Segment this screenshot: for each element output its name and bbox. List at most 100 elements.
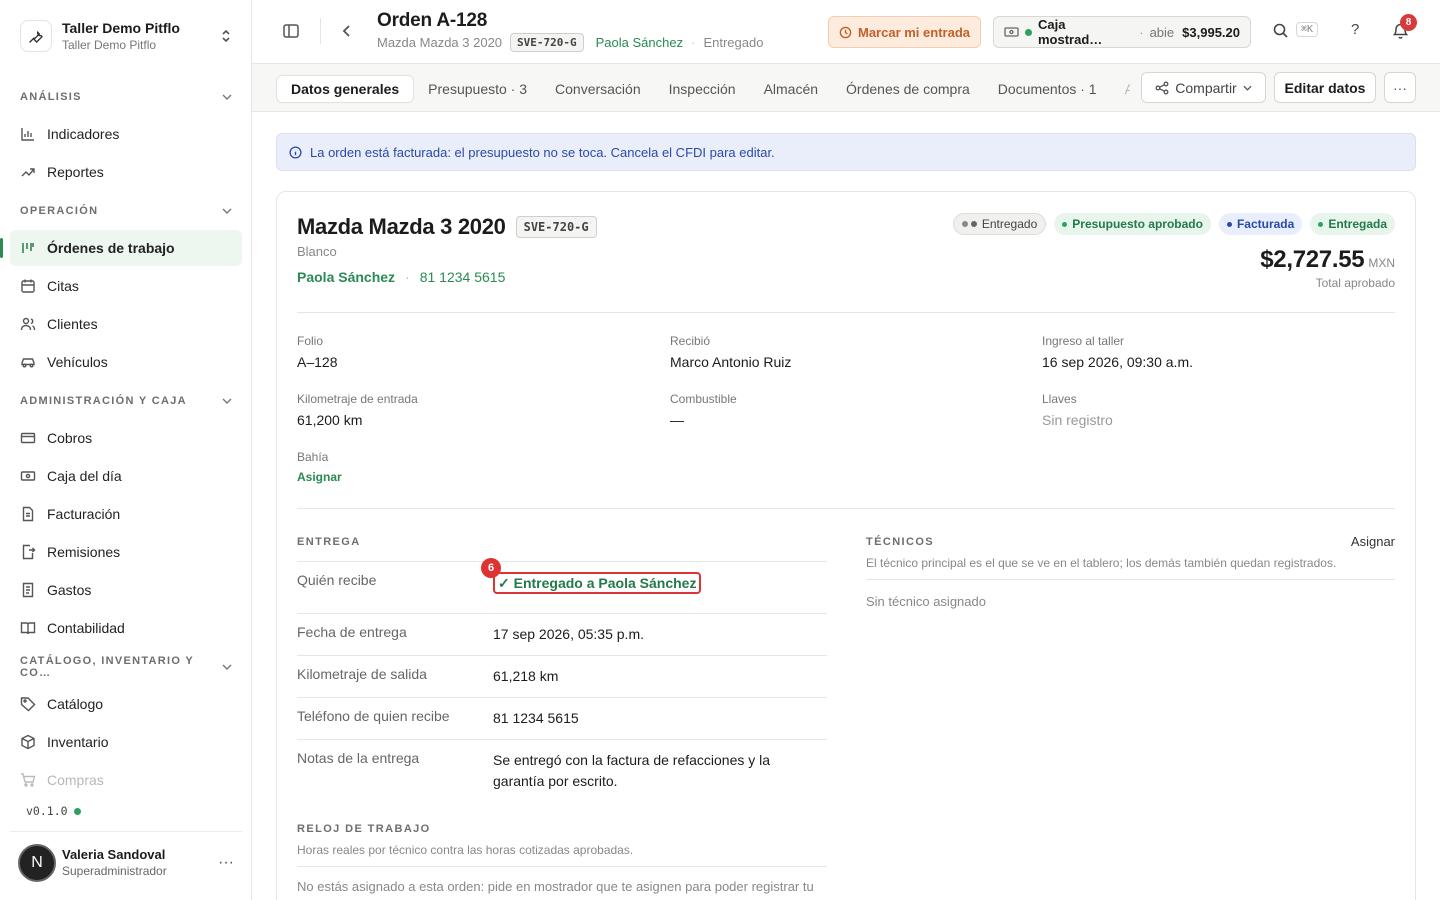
sidebar-item-reportes[interactable]: Reportes [10, 154, 242, 190]
share-button[interactable]: Compartir [1141, 72, 1266, 103]
divider [866, 579, 1395, 580]
field-combustible: Combustible — [670, 392, 737, 428]
chevron-down-icon [222, 664, 232, 670]
more-actions-button[interactable]: ··· [1384, 72, 1416, 103]
assign-bay-link[interactable]: Asignar [297, 470, 342, 484]
chevron-down-icon [222, 94, 232, 100]
section-catalogo[interactable]: CATÁLOGO, INVENTARIO Y CO… [0, 648, 252, 686]
divider [297, 866, 827, 867]
sidebar-item-ordenes[interactable]: Órdenes de trabajo [0, 230, 242, 266]
tab-ordenes-compra[interactable]: Órdenes de compra [832, 75, 984, 103]
sidebar-item-facturacion[interactable]: Facturación [10, 496, 242, 532]
book-icon [20, 620, 38, 636]
delivery-row-who: Quién recibe 6 ✓ Entregado a Paola Sánch… [297, 558, 827, 603]
sidebar-nav: ANÁLISIS Indicadores Reportes OPERACIÓN … [0, 78, 252, 790]
page-title: Orden A-128 [377, 10, 488, 31]
tab-almacen[interactable]: Almacén [750, 75, 832, 103]
tab-datos-generales[interactable]: Datos generales [276, 75, 415, 103]
status-badge: Entregado [952, 213, 1047, 235]
chevron-down-icon [222, 208, 232, 214]
status-badge: Presupuesto aprobado [1054, 213, 1211, 235]
users-icon [20, 316, 38, 332]
owner-name[interactable]: Paola Sánchez [297, 269, 395, 285]
order-subline: Mazda Mazda 3 2020 SVE-720-G Paola Sánch… [377, 33, 764, 52]
avatar: N [18, 843, 56, 882]
assign-tech-button[interactable]: Asignar [1351, 534, 1395, 549]
cash-icon [1004, 26, 1019, 38]
sidebar-toggle-icon[interactable] [282, 22, 300, 40]
sidebar-item-cobros[interactable]: Cobros [10, 420, 242, 456]
delivery-row-notes: Notas de la entrega Se entregó con la fa… [297, 739, 827, 801]
back-arrow-icon[interactable] [342, 24, 352, 38]
bar-chart-icon [20, 126, 38, 142]
cash-icon [20, 468, 38, 484]
chevron-down-icon [1243, 85, 1252, 91]
order-card: Mazda Mazda 3 2020 SVE-720-G Blanco Paol… [276, 191, 1416, 900]
section-analisis[interactable]: ANÁLISIS [0, 78, 252, 116]
sidebar-item-caja[interactable]: Caja del día [10, 458, 242, 494]
receipt-icon [20, 582, 38, 598]
tab-documentos[interactable]: Documentos · 1 [984, 75, 1111, 103]
sidebar-item-contabilidad[interactable]: Contabilidad [10, 610, 242, 646]
banknote-icon [20, 430, 38, 446]
sidebar-item-gastos[interactable]: Gastos [10, 572, 242, 608]
status-dot [1025, 28, 1032, 36]
tag-icon [20, 696, 38, 712]
search-icon[interactable] [1272, 22, 1289, 39]
edit-data-button[interactable]: Editar datos [1274, 72, 1376, 103]
workspace-switcher[interactable]: Taller Demo Pitflo Taller Demo Pitflo [10, 10, 242, 62]
trend-icon [20, 164, 38, 180]
status-dots-icon [961, 221, 977, 227]
info-icon [289, 145, 302, 159]
clock-empty-text: No estás asignado a esta orden: pide en … [297, 879, 814, 894]
vehicle-color: Blanco [297, 244, 337, 259]
total-label: Total aprobado [1315, 276, 1395, 290]
workspace-subtitle: Taller Demo Pitflo [62, 38, 157, 52]
section-administracion[interactable]: ADMINISTRACIÓN Y CAJA [0, 382, 252, 420]
vehicle-plate: SVE-720-G [515, 216, 597, 238]
header-vehicle: Mazda Mazda 3 2020 [377, 35, 503, 50]
more-horizontal-icon[interactable]: ··· [218, 854, 234, 872]
cash-register-button[interactable]: Caja mostrad… · abie $3,995.20 [993, 16, 1251, 48]
tab-truncated[interactable]: Ad [1111, 75, 1130, 103]
sidebar-item-indicadores[interactable]: Indicadores [10, 116, 242, 152]
total-currency: MXN [1368, 256, 1395, 270]
field-km-entrada: Kilometraje de entrada 61,200 km [297, 392, 418, 428]
tab-conversacion[interactable]: Conversación [541, 75, 655, 103]
user-menu[interactable]: N Valeria Sandoval Superadministrador ··… [10, 831, 242, 893]
status-chips: Entregado Presupuesto aprobado Facturada… [952, 213, 1395, 235]
header-customer[interactable]: Paola Sánchez [596, 35, 683, 50]
divider [320, 18, 321, 44]
help-icon[interactable]: ? [1351, 21, 1359, 38]
user-role: Superadministrador [62, 864, 167, 878]
techs-note: El técnico principal es el que se ve en … [866, 556, 1337, 570]
divider [297, 312, 1395, 313]
kanban-icon [20, 240, 38, 256]
delivery-row-phone: Teléfono de quien recibe 81 1234 5615 [297, 697, 827, 739]
sidebar-item-inventario[interactable]: Inventario [10, 724, 242, 760]
delivered-to-badge[interactable]: 6 ✓ Entregado a Paola Sánchez [481, 558, 702, 594]
sidebar-item-clientes[interactable]: Clientes [10, 306, 242, 342]
tab-inspeccion[interactable]: Inspección [655, 75, 750, 103]
field-recibio: Recibió Marco Antonio Ruiz [670, 334, 792, 370]
clock-note: Horas reales por técnico contra las hora… [297, 843, 634, 857]
sidebar-item-compras[interactable]: Compras [10, 762, 242, 790]
clock-section-title: RELOJ DE TRABAJO [297, 823, 431, 835]
divider [297, 508, 1395, 509]
sidebar-item-citas[interactable]: Citas [10, 268, 242, 304]
file-icon [20, 506, 38, 522]
sidebar-item-remisiones[interactable]: Remisiones [10, 534, 242, 570]
vehicle-title: Mazda Mazda 3 2020 [297, 214, 506, 239]
status-badge: Entregada [1310, 213, 1395, 235]
sidebar-item-vehiculos[interactable]: Vehículos [10, 344, 242, 380]
total-amount: $2,727.55 [1260, 246, 1365, 273]
tabs: Datos generales Presupuesto · 3 Conversa… [276, 74, 1130, 104]
clock-in-button[interactable]: Marcar mi entrada [828, 16, 981, 48]
tab-presupuesto[interactable]: Presupuesto · 3 [414, 75, 541, 103]
owner-phone[interactable]: 81 1234 5615 [420, 269, 506, 285]
sidebar: Taller Demo Pitflo Taller Demo Pitflo AN… [0, 0, 252, 900]
section-operacion[interactable]: OPERACIÓN [0, 192, 252, 230]
sidebar-item-catalogo[interactable]: Catálogo [10, 686, 242, 722]
top-bar: Orden A-128 Mazda Mazda 3 2020 SVE-720-G… [252, 0, 1440, 64]
shortcut-hint: ⌘K [1296, 22, 1319, 37]
